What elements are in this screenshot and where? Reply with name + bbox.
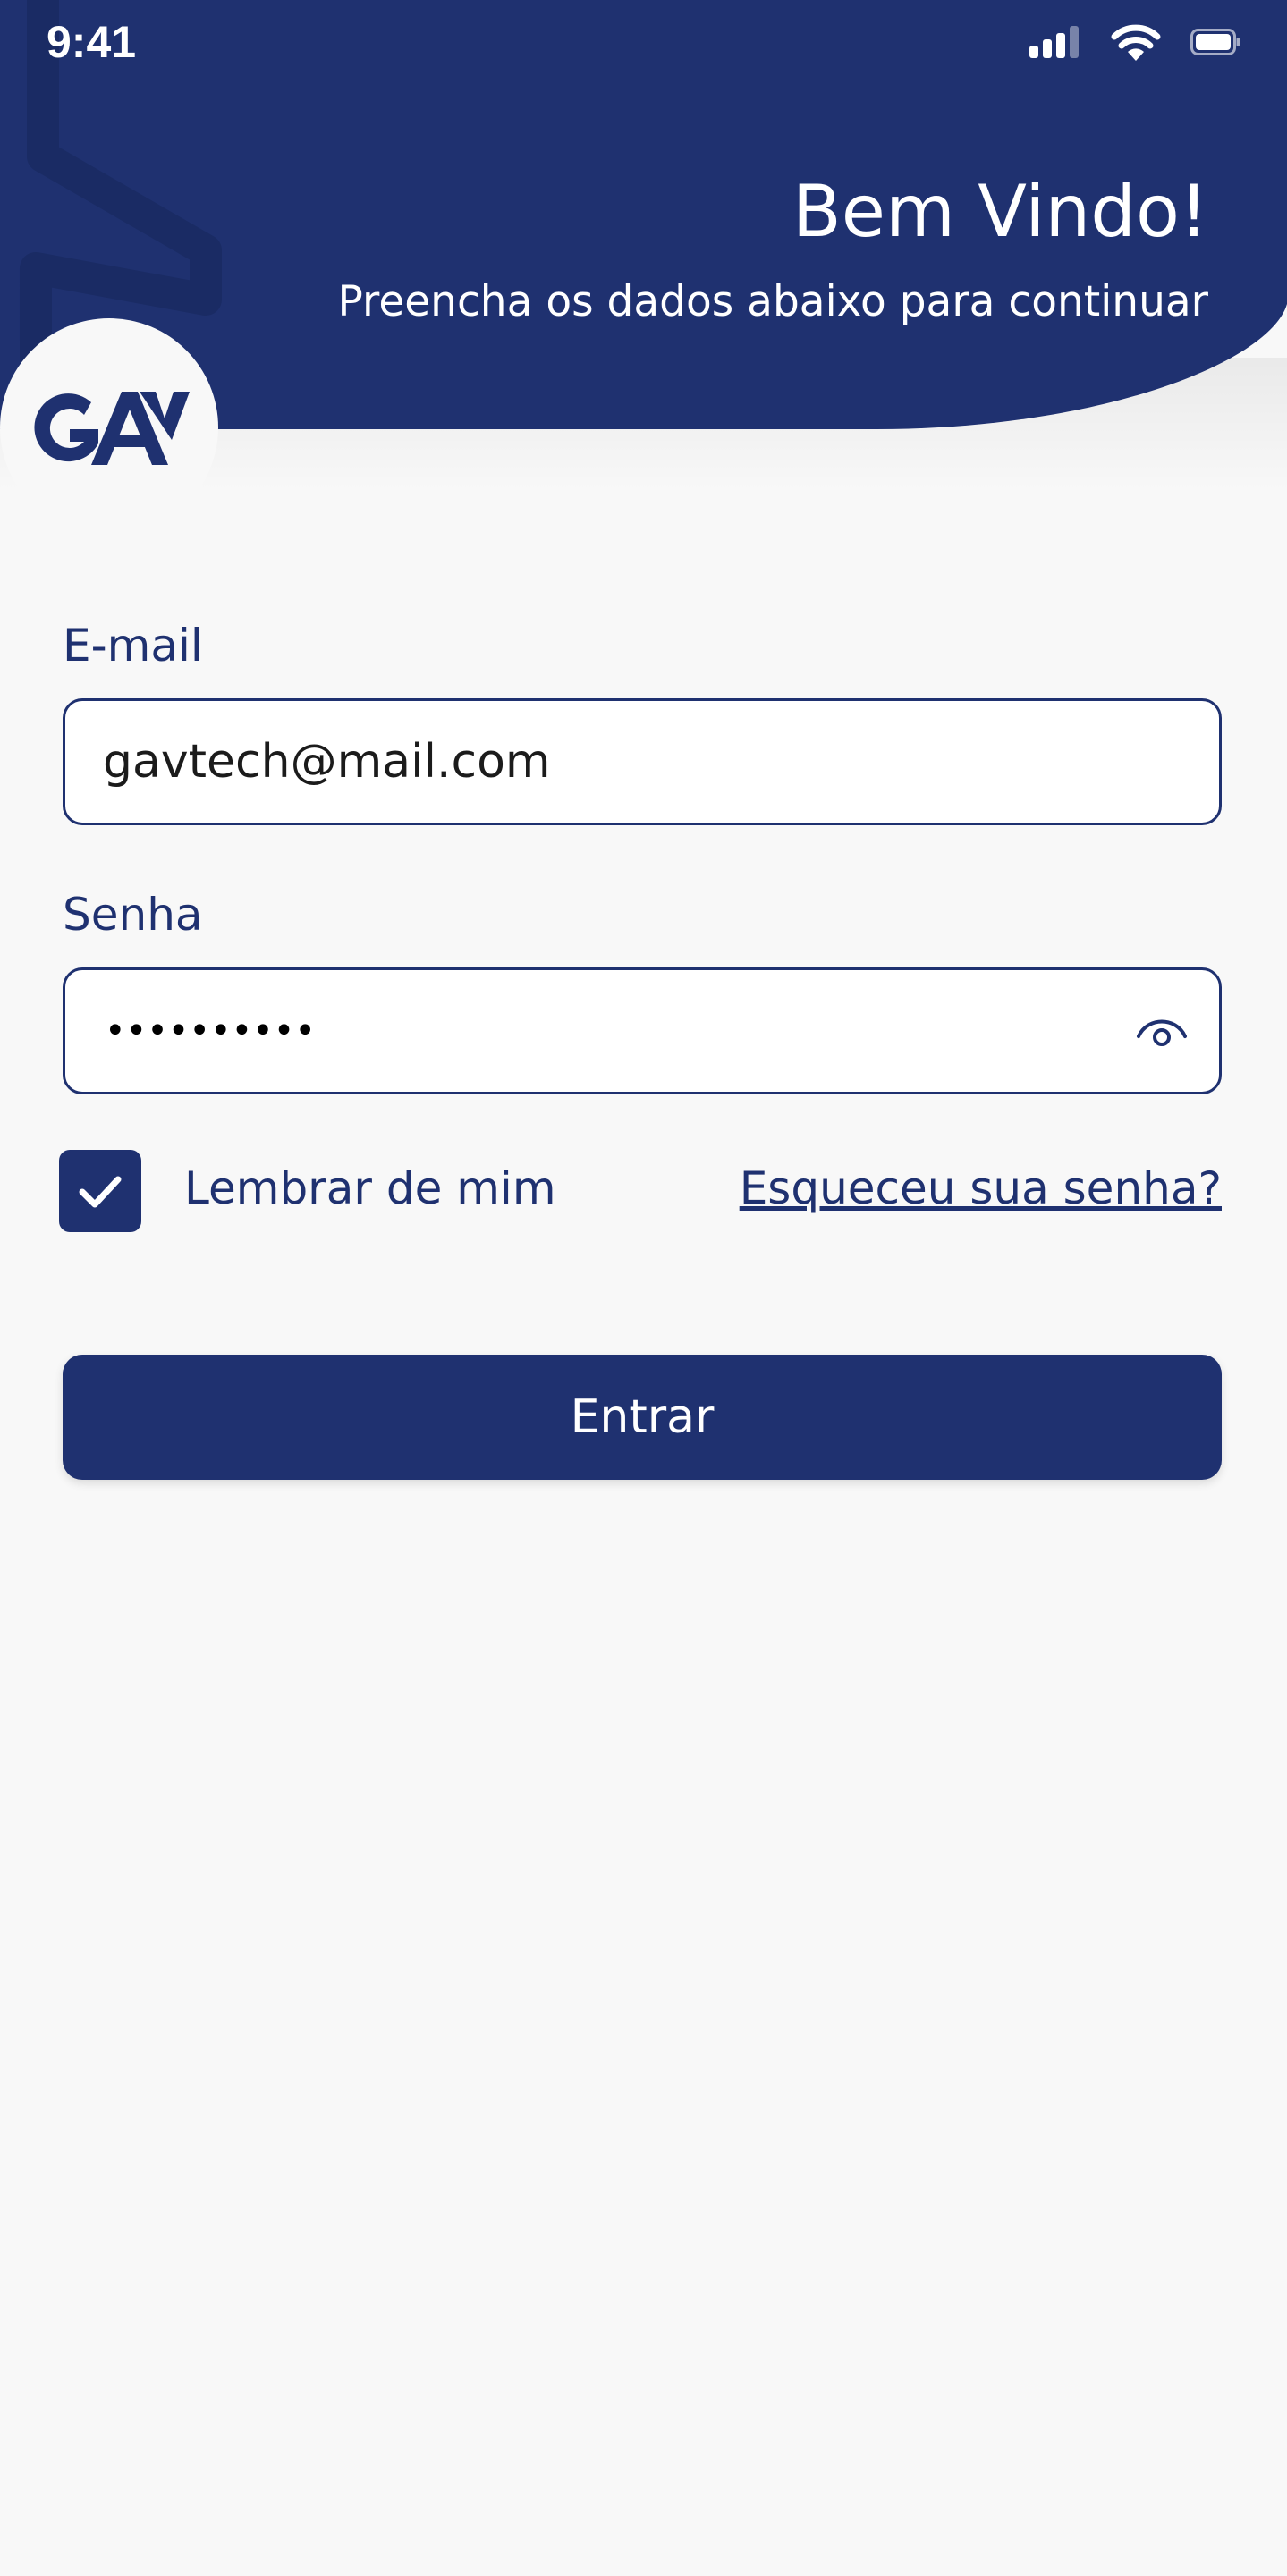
email-label: E-mail bbox=[63, 620, 203, 671]
status-bar: 9:41 bbox=[0, 0, 1287, 89]
password-label: Senha bbox=[63, 889, 203, 941]
status-time: 9:41 bbox=[47, 17, 137, 67]
welcome-subtitle: Preencha os dados abaixo para continuar bbox=[337, 277, 1208, 326]
wifi-icon bbox=[1111, 24, 1161, 61]
battery-icon bbox=[1190, 29, 1240, 55]
remember-label[interactable]: Lembrar de mim bbox=[184, 1162, 556, 1214]
forgot-password-link[interactable]: Esqueceu sua senha? bbox=[740, 1162, 1222, 1214]
remember-row: Lembrar de mim Esqueceu sua senha? bbox=[59, 1150, 1222, 1232]
signal-icon bbox=[1029, 26, 1079, 58]
email-input[interactable] bbox=[103, 701, 1087, 823]
password-field[interactable]: •••••••••• bbox=[63, 967, 1222, 1094]
login-screen: 9:41 Bem Vindo! Preencha os dados abaixo… bbox=[0, 0, 1287, 2576]
checkmark-icon bbox=[79, 1176, 122, 1208]
eye-icon[interactable] bbox=[1135, 1009, 1189, 1054]
logo-badge bbox=[0, 318, 218, 536]
gav-logo bbox=[34, 392, 190, 465]
login-button[interactable]: Entrar bbox=[63, 1355, 1222, 1480]
welcome-title: Bem Vindo! bbox=[792, 170, 1208, 253]
remember-checkbox[interactable] bbox=[59, 1150, 141, 1232]
status-icons bbox=[1029, 23, 1240, 61]
email-field[interactable] bbox=[63, 698, 1222, 825]
password-input[interactable]: •••••••••• bbox=[105, 970, 316, 1092]
